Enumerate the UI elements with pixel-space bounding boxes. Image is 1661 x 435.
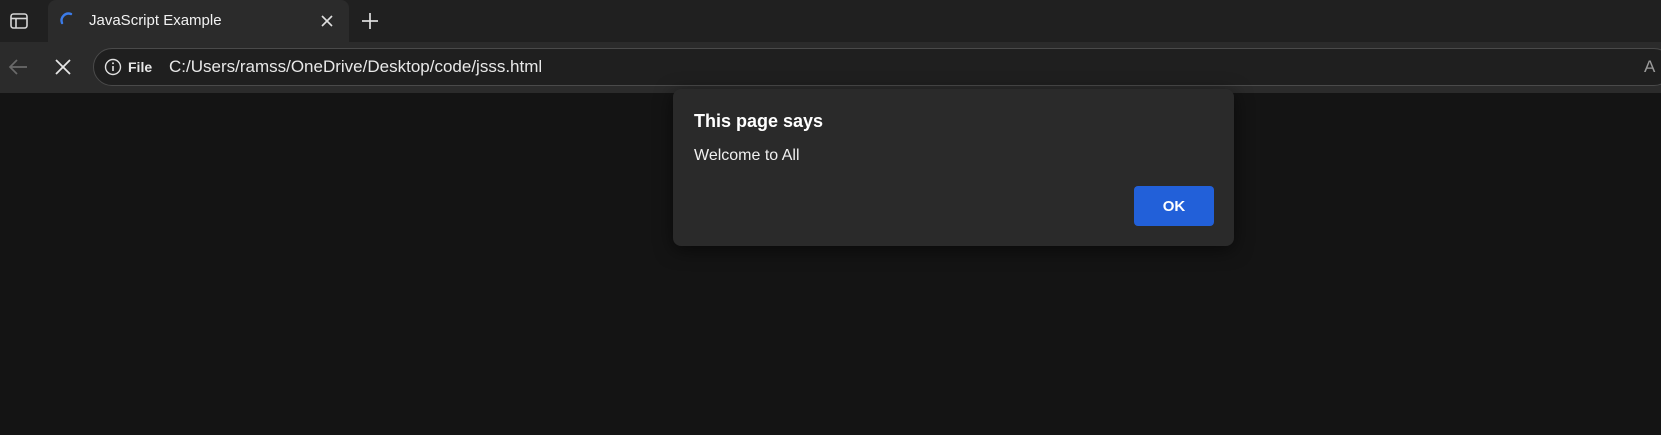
site-info-button[interactable]: File [104,57,152,77]
alert-dialog: This page says Welcome to All OK [673,89,1234,246]
close-icon [321,15,333,27]
read-aloud-icon[interactable]: A [1644,57,1655,77]
info-icon [104,58,122,76]
url-text[interactable]: C:/Users/ramss/OneDrive/Desktop/code/jss… [169,57,542,77]
navigation-toolbar: File C:/Users/ramss/OneDrive/Desktop/cod… [0,42,1661,93]
tab-actions-button[interactable] [4,6,34,36]
new-tab-button[interactable] [354,5,386,37]
back-arrow-icon [8,59,27,75]
dialog-title: This page says [694,111,824,131]
stop-loading-button[interactable] [47,51,79,83]
tab-actions-icon [10,13,28,29]
address-bar[interactable]: File C:/Users/ramss/OneDrive/Desktop/cod… [93,48,1661,86]
plus-icon [362,13,378,29]
stop-icon [55,59,71,75]
back-button[interactable] [2,51,34,83]
tab-title: JavaScript Example [89,12,222,29]
scheme-label: File [128,59,153,75]
loading-spinner-icon [60,12,73,25]
tab-active[interactable]: JavaScript Example [48,0,349,42]
close-tab-button[interactable] [315,9,339,33]
tab-strip: JavaScript Example [0,0,1661,42]
dialog-message: Welcome to All [694,147,800,164]
ok-button[interactable]: OK [1134,186,1214,226]
